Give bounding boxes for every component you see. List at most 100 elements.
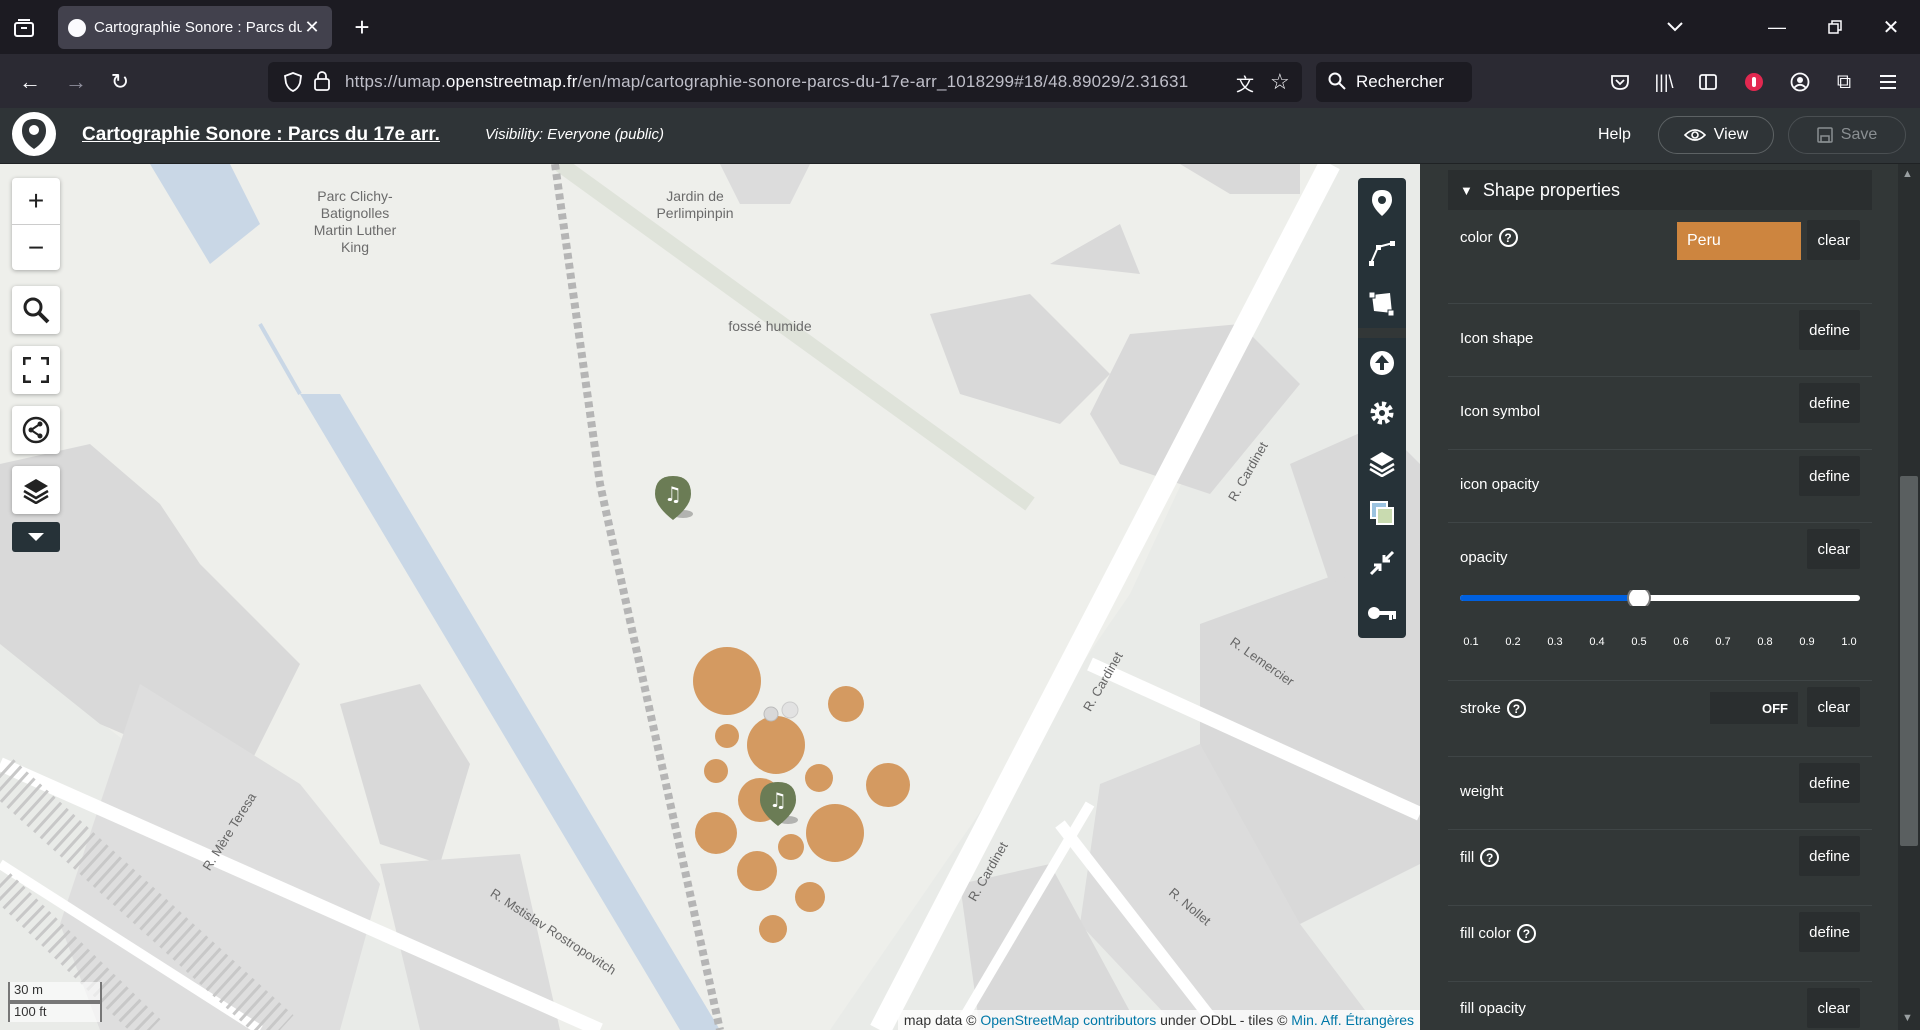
map-settings-button[interactable] — [1358, 388, 1406, 438]
restore-icon[interactable] — [1820, 14, 1850, 40]
manage-layers-button[interactable] — [1358, 438, 1406, 488]
osm-contributors-link[interactable]: OpenStreetMap contributors — [980, 1012, 1156, 1028]
sound-circle[interactable] — [778, 834, 804, 860]
account-icon[interactable] — [1786, 68, 1814, 96]
more-controls-button[interactable] — [12, 522, 60, 552]
extensions-puzzle-icon[interactable]: ⧉ — [1830, 68, 1858, 96]
sound-circle[interactable] — [737, 851, 777, 891]
new-tab-icon[interactable]: + — [348, 12, 376, 42]
sound-circle[interactable] — [695, 812, 737, 854]
opacity-slider-fill — [1460, 595, 1639, 601]
shape-properties-header[interactable]: ▼ Shape properties — [1448, 170, 1872, 210]
tracking-shield-icon[interactable] — [284, 72, 302, 97]
share-button[interactable] — [12, 406, 60, 454]
sound-circle[interactable] — [747, 716, 805, 774]
sidebar-icon[interactable] — [1694, 68, 1722, 96]
center-zoom-button[interactable] — [1358, 538, 1406, 588]
umap-favicon-icon — [68, 18, 86, 37]
tab-list-chevron-icon[interactable] — [1660, 14, 1690, 40]
icon-shape-define-button[interactable]: define — [1799, 310, 1860, 350]
sound-circle[interactable] — [693, 647, 761, 715]
map-canvas[interactable]: ♫ ♫ Parc Clichy- Batignolles Martin Luth… — [0, 164, 1420, 1030]
layers-icon — [23, 479, 49, 504]
help-icon[interactable]: ? — [1480, 848, 1500, 867]
translate-icon[interactable]: 文 — [1236, 71, 1254, 97]
import-button[interactable] — [1358, 338, 1406, 388]
collapse-triangle-icon: ▼ — [1460, 182, 1473, 198]
help-button[interactable]: Help — [1598, 126, 1631, 144]
opacity-tick-label: 0.5 — [1631, 636, 1647, 648]
opacity-slider[interactable] — [1460, 590, 1860, 606]
browser-tab[interactable]: Cartographie Sonore : Parcs du ✕ — [58, 6, 332, 49]
minimize-icon[interactable]: — — [1762, 14, 1792, 40]
layers-icon — [1369, 452, 1395, 477]
library-icon[interactable]: |||\ — [1650, 68, 1678, 96]
sound-circle[interactable] — [704, 759, 728, 783]
color-clear-button[interactable]: clear — [1807, 220, 1860, 260]
opacity-clear-button[interactable]: clear — [1807, 529, 1860, 569]
forward-icon[interactable]: → — [62, 68, 90, 96]
panel-scrollbar-thumb[interactable] — [1900, 476, 1918, 846]
fill-color-define-button[interactable]: define — [1799, 912, 1860, 952]
back-icon[interactable]: ← — [16, 68, 44, 96]
reload-icon[interactable]: ↻ — [106, 68, 134, 96]
fill-opacity-clear-button[interactable]: clear — [1807, 988, 1860, 1028]
stroke-clear-button[interactable]: clear — [1807, 687, 1860, 727]
weight-define-button[interactable]: define — [1799, 763, 1860, 803]
zoom-out-button[interactable]: − — [12, 224, 60, 270]
sound-circle[interactable] — [866, 763, 910, 807]
draw-marker-button[interactable] — [1358, 178, 1406, 228]
fill-define-button[interactable]: define — [1799, 836, 1860, 876]
scale-metric: 30 m — [8, 982, 102, 1002]
sound-circle[interactable] — [805, 764, 833, 792]
draw-polygon-button[interactable] — [1358, 278, 1406, 328]
lock-icon[interactable] — [314, 71, 330, 96]
tilelayer-button[interactable] — [1358, 488, 1406, 538]
music-marker[interactable]: ♫ — [653, 474, 693, 524]
extension-red-icon[interactable] — [1740, 68, 1768, 96]
search-box[interactable]: Rechercher — [1316, 62, 1472, 102]
search-map-button[interactable] — [12, 286, 60, 334]
close-tab-icon[interactable]: ✕ — [302, 17, 322, 38]
tab-overview-icon[interactable] — [10, 14, 38, 42]
music-marker[interactable]: ♫ — [758, 780, 798, 830]
map-title[interactable]: Cartographie Sonore : Parcs du 17e arr. — [82, 124, 440, 146]
pocket-icon[interactable] — [1606, 68, 1634, 96]
menu-hamburger-icon[interactable] — [1874, 68, 1902, 96]
stroke-toggle[interactable]: OFF — [1710, 692, 1798, 724]
help-icon[interactable]: ? — [1506, 699, 1526, 718]
sound-circle[interactable] — [828, 686, 864, 722]
url-text[interactable]: https://umap.openstreetmap.fr/en/map/car… — [345, 72, 1188, 92]
sound-circles-layer[interactable] — [0, 164, 1420, 1030]
fullscreen-button[interactable] — [12, 346, 60, 394]
save-button[interactable]: Save — [1788, 116, 1906, 154]
help-icon[interactable]: ? — [1498, 228, 1518, 247]
zoom-in-button[interactable]: + — [12, 178, 60, 224]
eye-icon — [1683, 129, 1706, 141]
scroll-up-arrow-icon[interactable]: ▲ — [1902, 168, 1913, 180]
permissions-button[interactable] — [1358, 588, 1406, 638]
close-window-icon[interactable]: ✕ — [1876, 14, 1906, 40]
tiles-provider-link[interactable]: Min. Aff. Étrangères — [1291, 1012, 1414, 1028]
icon-opacity-define-button[interactable]: define — [1799, 456, 1860, 496]
sound-circle[interactable] — [806, 804, 864, 862]
attribution-prefix: map data © — [903, 1012, 981, 1028]
draw-line-button[interactable] — [1358, 228, 1406, 278]
bookmark-star-icon[interactable]: ☆ — [1270, 69, 1290, 95]
icon-symbol-define-button[interactable]: define — [1799, 383, 1860, 423]
row-icon-opacity: icon opacity define — [1448, 450, 1872, 523]
layers-button[interactable] — [12, 466, 60, 514]
color-input[interactable]: Peru — [1677, 222, 1801, 260]
section-title: Shape properties — [1482, 179, 1620, 200]
scroll-down-arrow-icon[interactable]: ▼ — [1902, 1012, 1913, 1024]
umap-logo-icon[interactable] — [12, 112, 56, 156]
map-tiles-icon — [1370, 501, 1394, 525]
sound-circle[interactable] — [795, 882, 825, 912]
sound-circle[interactable] — [715, 724, 739, 748]
opacity-slider-handle[interactable] — [1627, 590, 1651, 606]
sound-circle[interactable] — [759, 915, 787, 943]
help-icon[interactable]: ? — [1516, 924, 1536, 943]
url-bar[interactable]: https://umap.openstreetmap.fr/en/map/car… — [268, 62, 1302, 102]
row-fill-color: fill color ? define — [1448, 906, 1872, 982]
view-button[interactable]: View — [1658, 116, 1774, 154]
